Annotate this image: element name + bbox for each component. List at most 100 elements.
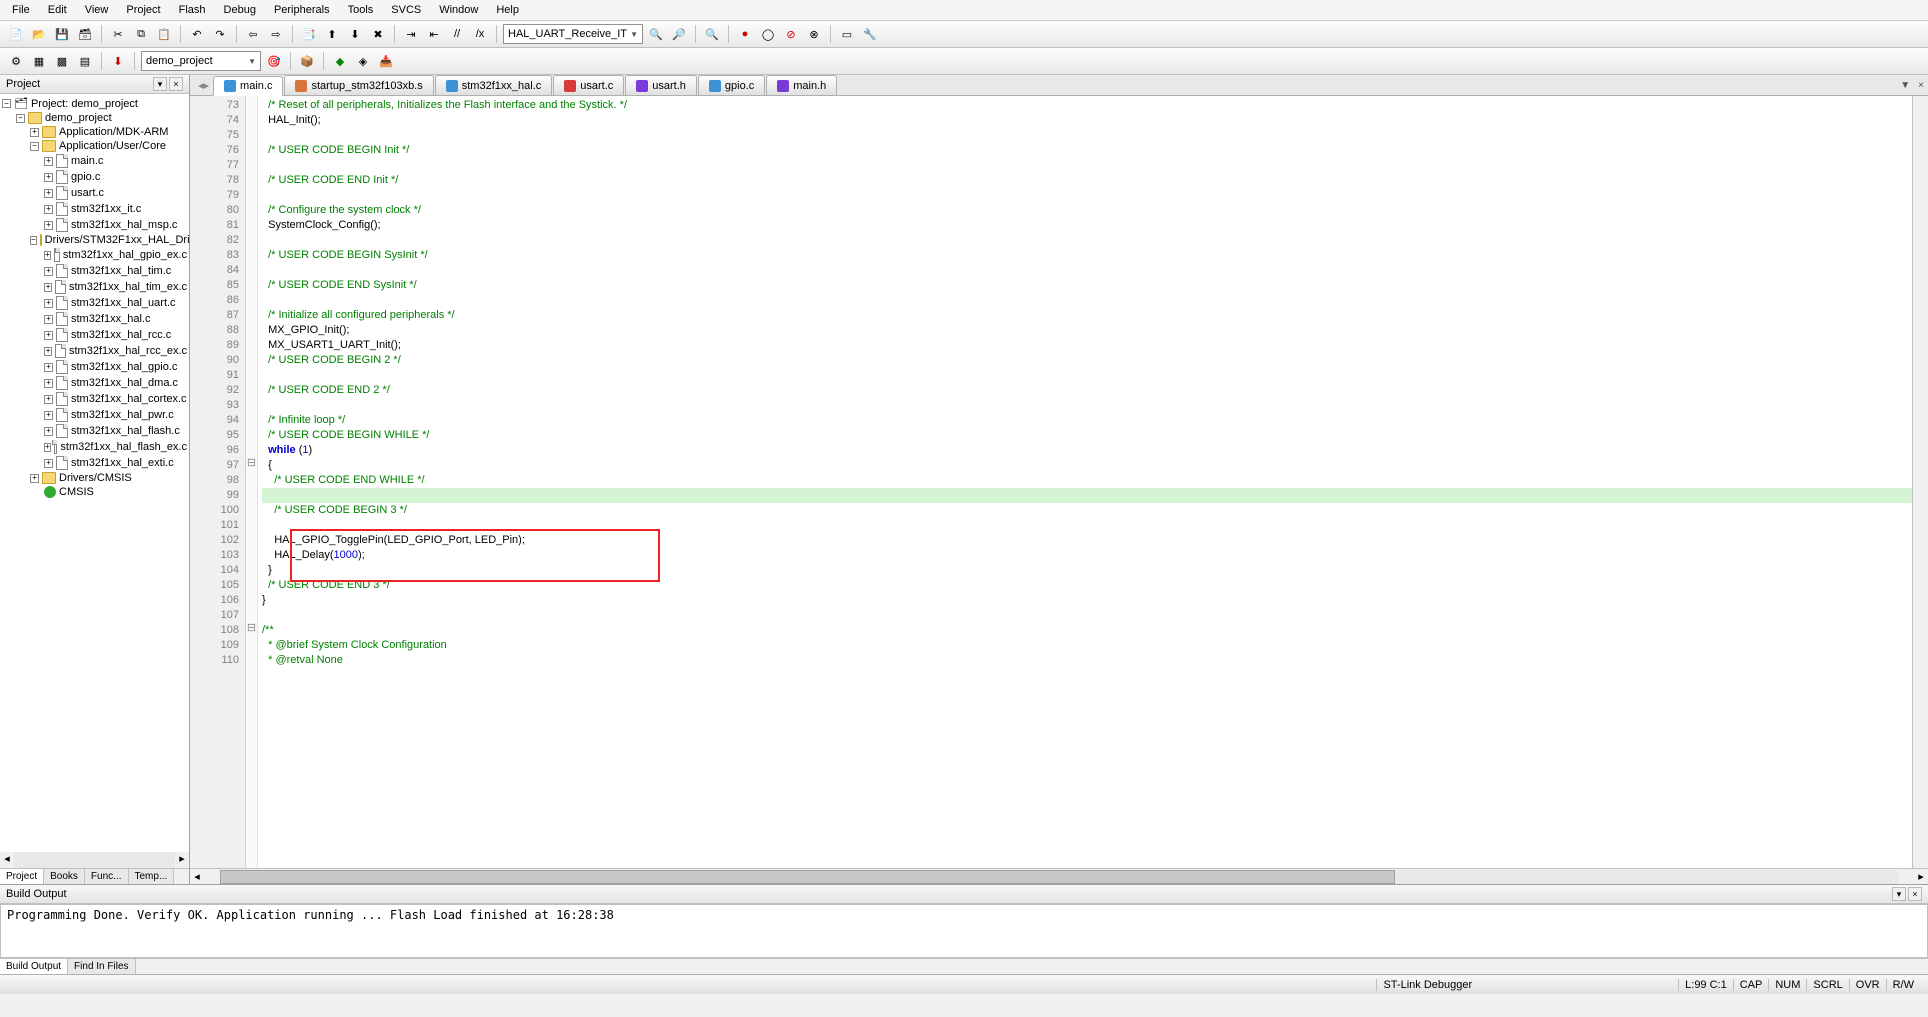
tree-item[interactable]: +stm32f1xx_it.c	[2, 201, 187, 217]
cut-icon[interactable]: ✂	[108, 24, 128, 44]
tree-item[interactable]: +stm32f1xx_hal.c	[2, 311, 187, 327]
nav-fwd-icon[interactable]: ⇨	[266, 24, 286, 44]
tree-item[interactable]: +stm32f1xx_hal_msp.c	[2, 217, 187, 233]
expander-icon[interactable]: +	[44, 395, 53, 404]
tree-item[interactable]: +stm32f1xx_hal_exti.c	[2, 455, 187, 471]
expander-icon[interactable]: +	[30, 128, 39, 137]
find-next-icon[interactable]: 🔎	[669, 24, 689, 44]
menu-peripherals[interactable]: Peripherals	[266, 2, 338, 18]
build-output-text[interactable]: Programming Done. Verify OK. Application…	[0, 904, 1928, 958]
outdent-icon[interactable]: ⇤	[424, 24, 444, 44]
tab-close-icon[interactable]: ×	[1914, 80, 1928, 91]
code-line[interactable]: /* USER CODE BEGIN 2 */	[262, 353, 1912, 368]
expander-icon[interactable]: +	[44, 173, 53, 182]
code-line[interactable]: MX_GPIO_Init();	[262, 323, 1912, 338]
tree-item[interactable]: +stm32f1xx_hal_rcc.c	[2, 327, 187, 343]
code-line[interactable]	[262, 188, 1912, 203]
code-line[interactable]: /* USER CODE END 2 */	[262, 383, 1912, 398]
code-line[interactable]: /* USER CODE END WHILE */	[262, 473, 1912, 488]
pin-icon[interactable]: ▾	[153, 77, 167, 91]
code-line[interactable]	[262, 233, 1912, 248]
expander-icon[interactable]: +	[44, 283, 52, 292]
tree-item[interactable]: −demo_project	[2, 111, 187, 125]
code-line[interactable]: /* USER CODE END Init */	[262, 173, 1912, 188]
debug-disable-icon[interactable]: ⊘	[781, 24, 801, 44]
expander-icon[interactable]: +	[44, 205, 53, 214]
redo-icon[interactable]: ↷	[210, 24, 230, 44]
expander-icon[interactable]: +	[44, 427, 53, 436]
code-line[interactable]: /* Reset of all peripherals, Initializes…	[262, 98, 1912, 113]
tree-item[interactable]: +stm32f1xx_hal_dma.c	[2, 375, 187, 391]
editor-hscroll[interactable]: ◂ ▸	[190, 868, 1928, 884]
download-icon[interactable]: ⬇	[108, 51, 128, 71]
expander-icon[interactable]: +	[44, 299, 53, 308]
code-line[interactable]: /* USER CODE BEGIN WHILE */	[262, 428, 1912, 443]
project-tree[interactable]: − 🗂 Project: demo_project −demo_project +…	[0, 94, 189, 852]
code-text[interactable]: /* Reset of all peripherals, Initializes…	[258, 96, 1912, 868]
tree-item[interactable]: +stm32f1xx_hal_gpio.c	[2, 359, 187, 375]
expander-icon[interactable]: +	[44, 189, 53, 198]
expander-icon[interactable]: −	[30, 142, 39, 151]
tree-item[interactable]: CMSIS	[2, 485, 187, 499]
target-select-combo[interactable]: demo_project ▼	[141, 51, 261, 71]
menu-project[interactable]: Project	[118, 2, 168, 18]
project-root[interactable]: − 🗂 Project: demo_project	[2, 96, 187, 111]
menu-window[interactable]: Window	[431, 2, 486, 18]
window-icon[interactable]: ▭	[837, 24, 857, 44]
menu-debug[interactable]: Debug	[216, 2, 264, 18]
code-line[interactable]: while (1)	[262, 443, 1912, 458]
code-line[interactable]	[262, 293, 1912, 308]
code-editor[interactable]: 7374757677787980818283848586878889909192…	[190, 96, 1928, 868]
tree-item[interactable]: +usart.c	[2, 185, 187, 201]
debug-stop-icon[interactable]: ◯	[758, 24, 778, 44]
expander-icon[interactable]: +	[44, 459, 53, 468]
code-line[interactable]: /* USER CODE END SysInit */	[262, 278, 1912, 293]
configure-icon[interactable]: 🔧	[860, 24, 880, 44]
code-line[interactable]: MX_USART1_UART_Init();	[262, 338, 1912, 353]
code-line[interactable]: /* USER CODE BEGIN Init */	[262, 143, 1912, 158]
copy-icon[interactable]: ⧉	[131, 24, 151, 44]
find-function-combo[interactable]: HAL_UART_Receive_IT ▼	[503, 24, 643, 44]
code-line[interactable]: /* USER CODE BEGIN SysInit */	[262, 248, 1912, 263]
code-line[interactable]	[262, 488, 1912, 503]
expander-icon[interactable]: +	[44, 157, 53, 166]
close-icon[interactable]: ×	[1908, 887, 1922, 901]
comment-icon[interactable]: //	[447, 24, 467, 44]
panel-tab-books[interactable]: Books	[44, 869, 85, 884]
fold-column[interactable]: ⊟⊟	[246, 96, 258, 868]
tab-nav-left-icon[interactable]: ◂▸	[194, 79, 213, 92]
expander-icon[interactable]: −	[30, 236, 37, 245]
code-line[interactable]: SystemClock_Config();	[262, 218, 1912, 233]
batch-build-icon[interactable]: ▤	[75, 51, 95, 71]
expander-icon[interactable]: +	[44, 251, 51, 260]
select-packs-icon[interactable]: ◈	[353, 51, 373, 71]
tree-item[interactable]: +stm32f1xx_hal_gpio_ex.c	[2, 247, 187, 263]
file-tab[interactable]: main.h	[766, 75, 837, 95]
expander-icon[interactable]: +	[44, 363, 53, 372]
tree-item[interactable]: +stm32f1xx_hal_cortex.c	[2, 391, 187, 407]
tree-item[interactable]: −Application/User/Core	[2, 139, 187, 153]
manage-project-icon[interactable]: 📦	[297, 51, 317, 71]
tree-item[interactable]: +stm32f1xx_hal_tim.c	[2, 263, 187, 279]
bookmark-next-icon[interactable]: ⬇	[345, 24, 365, 44]
tree-item[interactable]: +Drivers/CMSIS	[2, 471, 187, 485]
code-line[interactable]	[262, 368, 1912, 383]
debug-magnify-icon[interactable]: 🔍	[702, 24, 722, 44]
code-line[interactable]: /* USER CODE BEGIN 3 */	[262, 503, 1912, 518]
output-tab[interactable]: Find In Files	[68, 959, 135, 974]
code-line[interactable]: HAL_GPIO_TogglePin(LED_GPIO_Port, LED_Pi…	[262, 533, 1912, 548]
tree-item[interactable]: −Drivers/STM32F1xx_HAL_Driv	[2, 233, 187, 247]
tree-item[interactable]: +stm32f1xx_hal_pwr.c	[2, 407, 187, 423]
tree-item[interactable]: +stm32f1xx_hal_tim_ex.c	[2, 279, 187, 295]
close-icon[interactable]: ×	[169, 77, 183, 91]
panel-tab-temp[interactable]: Temp...	[129, 869, 175, 884]
tree-item[interactable]: +stm32f1xx_hal_flash.c	[2, 423, 187, 439]
file-tab[interactable]: startup_stm32f103xb.s	[284, 75, 433, 95]
debug-start-icon[interactable]: ●	[735, 24, 755, 44]
code-line[interactable]: }	[262, 563, 1912, 578]
file-tab[interactable]: main.c	[213, 76, 283, 96]
uncomment-icon[interactable]: /x	[470, 24, 490, 44]
translate-icon[interactable]: ⚙	[6, 51, 26, 71]
code-line[interactable]: {	[262, 458, 1912, 473]
expander-icon[interactable]: +	[44, 221, 53, 230]
